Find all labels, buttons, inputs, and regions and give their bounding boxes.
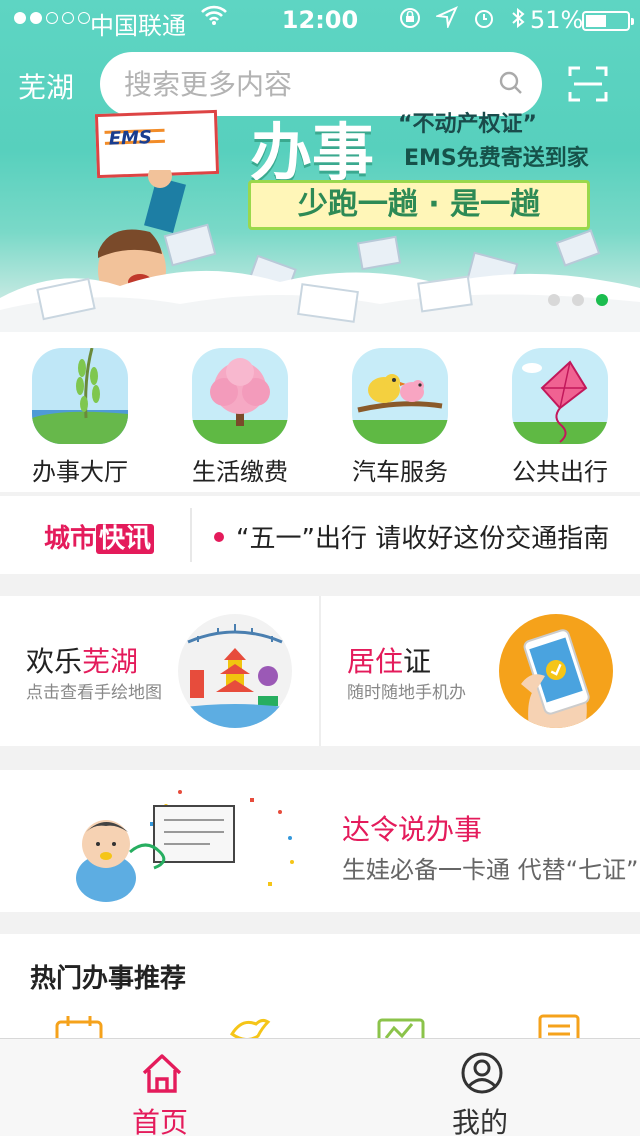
tab-label: 首页 (131, 1106, 188, 1136)
card-subtitle: 点击查看手绘地图 (26, 683, 162, 703)
bottom-tab-bar: 首页 我的 (0, 1038, 640, 1136)
home-icon (142, 1054, 182, 1093)
location-arrow-icon (434, 6, 458, 36)
section-heading: 热门办事推荐 (30, 964, 187, 994)
card-title: 欢乐芜湖 (26, 645, 139, 678)
bullet-icon (214, 532, 224, 542)
card-subtitle: 随时随地手机办 (347, 683, 466, 703)
carousel-dot[interactable] (548, 294, 560, 306)
kite-icon (512, 348, 608, 444)
bluetooth-icon (510, 6, 526, 36)
willow-lake-icon (32, 348, 128, 444)
profile-icon (461, 1052, 503, 1094)
status-bar: 中国联通 12:00 51% (0, 0, 640, 40)
divider (190, 508, 192, 562)
news-headline[interactable]: “五一”出行 请收好这份交通指南 (236, 518, 609, 555)
service-label: 公共出行 (512, 458, 608, 486)
chart-board-icon[interactable] (376, 1014, 426, 1038)
banner-illustration[interactable] (0, 170, 640, 332)
promo-banner[interactable]: 达令说办事 生娃必备一卡通 代替“七证” (0, 770, 640, 912)
tab-home[interactable]: 首页 (0, 1039, 320, 1136)
phone-in-hand-icon (499, 614, 613, 728)
top-banner-area: 中国联通 12:00 51% 芜湖 搜索更多内容 EMS 办事 “不动产权证” … (0, 0, 640, 332)
city-selector[interactable]: 芜湖 (18, 66, 74, 106)
service-utilities[interactable]: 生活缴费 (160, 332, 320, 492)
hand-drawn-map-icon (178, 614, 292, 728)
news-brand: 城市 快讯 (44, 518, 155, 555)
card-city-map[interactable]: 欢乐芜湖 点击查看手绘地图 (0, 596, 319, 746)
hot-services-section: 热门办事推荐 (0, 934, 640, 1038)
scan-qr-icon[interactable] (568, 66, 608, 102)
service-label: 汽车服务 (352, 458, 448, 486)
service-label: 办事大厅 (32, 458, 128, 486)
news-ticker[interactable]: 城市 快讯 “五一”出行 请收好这份交通指南 (0, 496, 640, 574)
service-label: 生活缴费 (192, 458, 288, 486)
rotation-lock-icon (398, 6, 422, 36)
bird-icon[interactable] (222, 1014, 272, 1038)
service-hall[interactable]: 办事大厅 (0, 332, 160, 492)
banner-subtitle-1: “不动产权证” (398, 112, 537, 137)
birds-branch-icon (352, 348, 448, 444)
service-car[interactable]: 汽车服务 (320, 332, 480, 492)
tab-profile[interactable]: 我的 (320, 1039, 640, 1136)
promo-subtitle: 生娃必备一卡通 代替“七证” (342, 856, 639, 884)
document-list-icon[interactable] (534, 1014, 584, 1038)
tab-label: 我的 (451, 1106, 508, 1136)
ems-envelope-image: EMS (94, 109, 220, 179)
calendar-icon[interactable] (54, 1014, 104, 1038)
search-input[interactable] (124, 67, 484, 101)
service-transit[interactable]: 公共出行 (480, 332, 640, 492)
carousel-indicator[interactable] (548, 294, 608, 306)
battery-percent: 51% (530, 6, 584, 34)
promo-title: 达令说办事 (342, 813, 483, 846)
quick-services: 办事大厅 生活缴费 汽车服务 公共出行 (0, 332, 640, 492)
search-icon[interactable] (498, 70, 524, 96)
battery-icon (582, 11, 634, 31)
baby-certificate-illustration (76, 790, 294, 902)
alarm-clock-icon (472, 6, 496, 36)
feature-cards: 欢乐芜湖 点击查看手绘地图 居住证 随时随地手机办 (0, 596, 640, 746)
card-title: 居住证 (347, 645, 432, 678)
carousel-dot[interactable] (572, 294, 584, 306)
blossom-tree-icon (192, 348, 288, 444)
card-residence-permit[interactable]: 居住证 随时随地手机办 (321, 596, 640, 746)
carousel-dot-active[interactable] (596, 294, 608, 306)
banner-subtitle-2: EMS免费寄送到家 (404, 146, 589, 171)
ems-logo: EMS (108, 127, 153, 150)
